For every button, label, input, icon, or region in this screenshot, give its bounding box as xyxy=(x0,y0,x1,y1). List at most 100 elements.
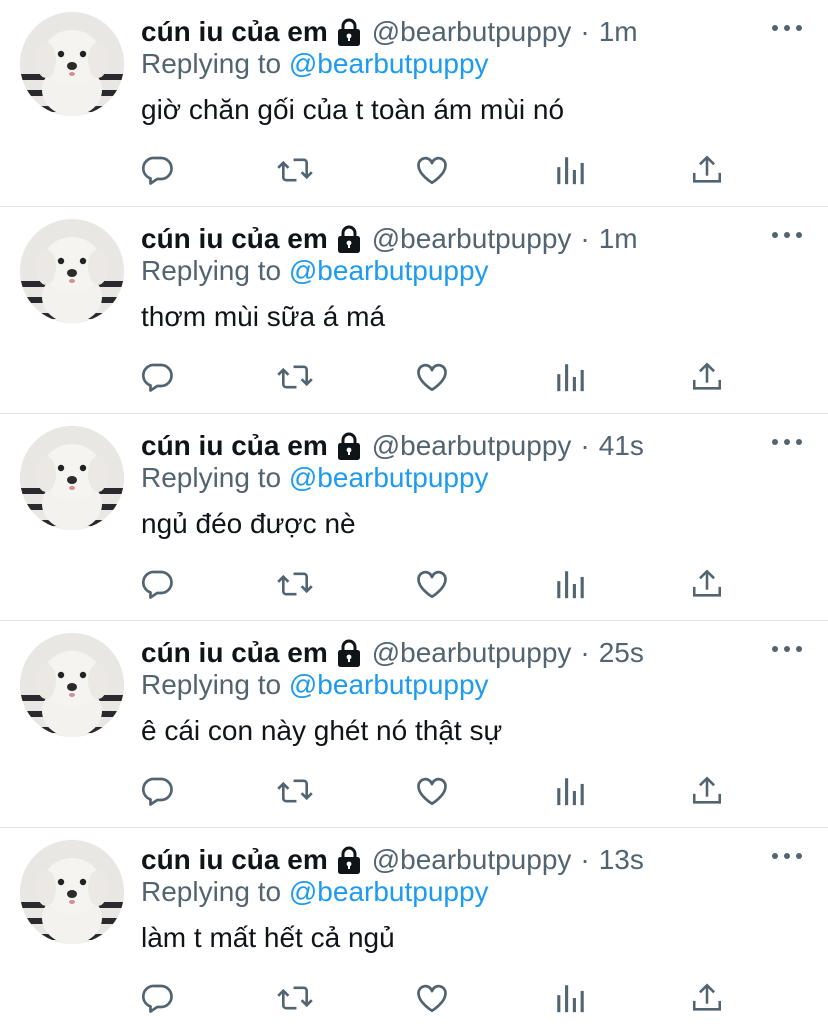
more-options-icon[interactable] xyxy=(772,225,802,245)
timestamp[interactable]: 1m xyxy=(599,16,638,48)
user-handle[interactable]: @bearbutpuppy xyxy=(372,16,572,48)
avatar[interactable] xyxy=(20,219,124,323)
puppy-avatar-image xyxy=(20,426,124,530)
more-options-icon[interactable] xyxy=(772,18,802,38)
action-bar xyxy=(0,771,828,811)
tweet[interactable]: cún iu của em @bearbutpuppy · 13s Replyi… xyxy=(0,828,828,1035)
share-icon xyxy=(692,983,722,1011)
more-options-icon[interactable] xyxy=(772,639,802,659)
tweet[interactable]: cún iu của em @bearbutpuppy · 41s Replyi… xyxy=(0,414,828,621)
reply-button[interactable] xyxy=(138,978,178,1018)
avatar[interactable] xyxy=(20,633,124,737)
user-handle[interactable]: @bearbutpuppy xyxy=(372,223,572,255)
heart-icon xyxy=(417,363,447,392)
like-button[interactable] xyxy=(412,771,452,811)
views-button[interactable] xyxy=(550,150,590,190)
replying-prefix: Replying to xyxy=(141,462,282,493)
timestamp[interactable]: 1m xyxy=(599,223,638,255)
reply-button[interactable] xyxy=(138,771,178,811)
like-button[interactable] xyxy=(412,564,452,604)
reply-icon xyxy=(141,984,173,1013)
display-name[interactable]: cún iu của em xyxy=(141,844,328,876)
retweet-button[interactable] xyxy=(275,150,315,190)
share-button[interactable] xyxy=(687,357,727,397)
share-button[interactable] xyxy=(687,771,727,811)
timestamp[interactable]: 13s xyxy=(599,844,644,876)
replying-to-link[interactable]: @bearbutpuppy xyxy=(289,462,489,493)
views-button[interactable] xyxy=(550,771,590,811)
retweet-button[interactable] xyxy=(275,564,315,604)
puppy-avatar-image xyxy=(20,633,124,737)
tweet[interactable]: cún iu của em @bearbutpuppy · 1m Replyin… xyxy=(0,207,828,414)
action-bar xyxy=(0,357,828,397)
avatar[interactable] xyxy=(20,12,124,116)
share-button[interactable] xyxy=(687,150,727,190)
reply-icon xyxy=(141,570,173,599)
lock-icon xyxy=(336,638,362,668)
reply-icon xyxy=(141,777,173,806)
replying-prefix: Replying to xyxy=(141,48,282,79)
user-handle[interactable]: @bearbutpuppy xyxy=(372,430,572,462)
views-chart-icon xyxy=(557,571,584,599)
reply-button[interactable] xyxy=(138,564,178,604)
views-button[interactable] xyxy=(550,978,590,1018)
display-name[interactable]: cún iu của em xyxy=(141,430,328,462)
reply-button[interactable] xyxy=(138,150,178,190)
display-name[interactable]: cún iu của em xyxy=(141,223,328,255)
share-button[interactable] xyxy=(687,978,727,1018)
action-bar xyxy=(0,978,828,1018)
separator-dot: · xyxy=(580,637,590,668)
retweet-button[interactable] xyxy=(275,978,315,1018)
share-button[interactable] xyxy=(687,564,727,604)
replying-to-line: Replying to @bearbutpuppy xyxy=(141,48,489,80)
action-bar xyxy=(0,150,828,190)
share-icon xyxy=(692,569,722,597)
views-button[interactable] xyxy=(550,564,590,604)
tweet-text: giờ chăn gối của t toàn ám mùi nó xyxy=(141,94,565,125)
display-name[interactable]: cún iu của em xyxy=(141,637,328,669)
like-button[interactable] xyxy=(412,150,452,190)
timestamp[interactable]: 41s xyxy=(599,430,644,462)
separator-dot: · xyxy=(580,844,590,875)
replying-to-link[interactable]: @bearbutpuppy xyxy=(289,255,489,286)
tweet-text: làm t mất hết cả ngủ xyxy=(141,922,395,953)
lock-icon xyxy=(336,431,362,461)
retweet-icon xyxy=(277,365,313,389)
tweet[interactable]: cún iu của em @bearbutpuppy · 25s Replyi… xyxy=(0,621,828,828)
retweet-button[interactable] xyxy=(275,771,315,811)
user-handle[interactable]: @bearbutpuppy xyxy=(372,844,572,876)
timestamp[interactable]: 25s xyxy=(599,637,644,669)
views-chart-icon xyxy=(557,157,584,185)
more-options-icon[interactable] xyxy=(772,432,802,452)
puppy-avatar-image xyxy=(20,219,124,323)
reply-button[interactable] xyxy=(138,357,178,397)
heart-icon xyxy=(417,777,447,806)
retweet-icon xyxy=(277,779,313,803)
tweet-header: cún iu của em @bearbutpuppy · 41s xyxy=(141,428,644,464)
retweet-icon xyxy=(277,986,313,1010)
tweet-text: ê cái con này ghét nó thật sự xyxy=(141,715,503,746)
like-button[interactable] xyxy=(412,978,452,1018)
retweet-button[interactable] xyxy=(275,357,315,397)
share-icon xyxy=(692,776,722,804)
tweet-header: cún iu của em @bearbutpuppy · 25s xyxy=(141,635,644,671)
share-icon xyxy=(692,362,722,390)
display-name[interactable]: cún iu của em xyxy=(141,16,328,48)
views-button[interactable] xyxy=(550,357,590,397)
user-handle[interactable]: @bearbutpuppy xyxy=(372,637,572,669)
tweet[interactable]: cún iu của em @bearbutpuppy · 1m Replyin… xyxy=(0,0,828,207)
views-chart-icon xyxy=(557,364,584,392)
avatar[interactable] xyxy=(20,840,124,944)
replying-to-link[interactable]: @bearbutpuppy xyxy=(289,669,489,700)
heart-icon xyxy=(417,984,447,1013)
views-chart-icon xyxy=(557,985,584,1013)
like-button[interactable] xyxy=(412,357,452,397)
avatar[interactable] xyxy=(20,426,124,530)
heart-icon xyxy=(417,156,447,185)
replying-to-line: Replying to @bearbutpuppy xyxy=(141,669,489,701)
heart-icon xyxy=(417,570,447,599)
replying-to-link[interactable]: @bearbutpuppy xyxy=(289,48,489,79)
more-options-icon[interactable] xyxy=(772,846,802,866)
reply-icon xyxy=(141,363,173,392)
replying-to-link[interactable]: @bearbutpuppy xyxy=(289,876,489,907)
